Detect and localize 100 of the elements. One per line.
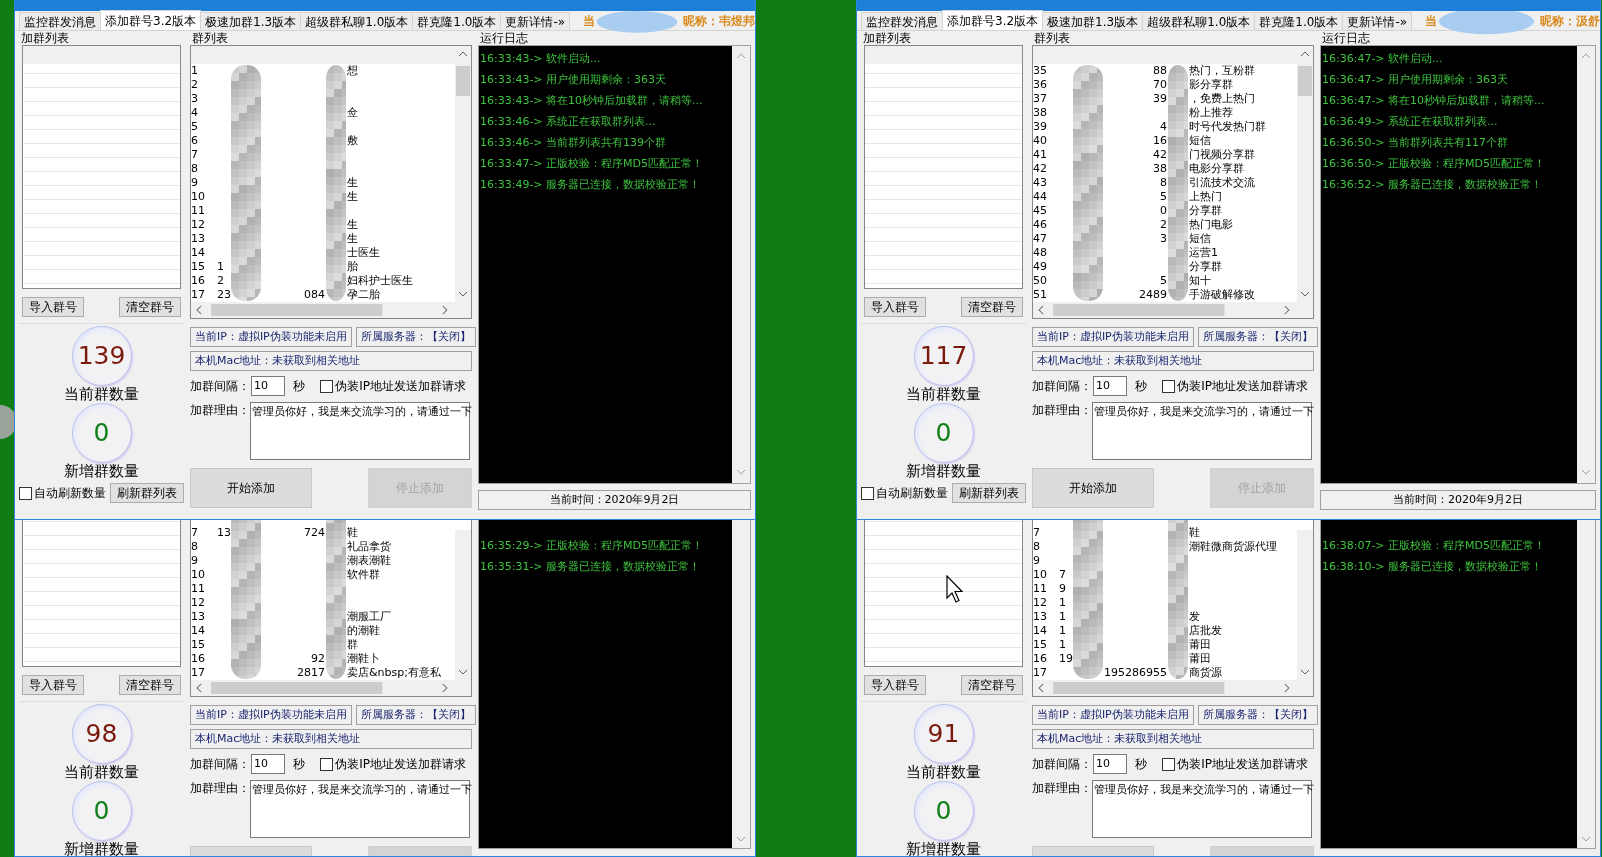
row-number: 49 [1033, 260, 1048, 274]
group-id: 0 [1159, 204, 1167, 218]
log-line: 16:36:50-> 正版校验：程序MD5匹配正常！ [1321, 156, 1547, 172]
row-number: 43 [1033, 176, 1048, 190]
log-line: 16:35:31-> 服务器已连接，数据校验正常！ [479, 559, 702, 575]
checkbox[interactable] [1162, 379, 1176, 393]
tab[interactable]: 更新详情-» [500, 12, 571, 30]
server-status: 所属服务器：【关闭】 [1197, 327, 1318, 347]
group-name: 发 [1189, 610, 1201, 624]
mac-status: 本机Mac地址：未获取到相关地址 [190, 729, 472, 749]
log-line: 16:36:47-> 用户使用期剩余：363天 [1321, 72, 1510, 88]
group-name: 软件群 [347, 568, 381, 582]
checkbox[interactable] [1162, 757, 1176, 771]
reason-field[interactable]: 管理员你好，我是来交流学习的，请通过一下 [250, 780, 470, 838]
checkbox[interactable] [861, 486, 874, 500]
clear-button[interactable]: 清空群号 [119, 675, 181, 695]
log-line: 16:38:10-> 服务器已连接，数据校验正常！ [1321, 559, 1544, 575]
mac-status: 本机Mac地址：未获取到相关地址 [1032, 351, 1314, 371]
tab[interactable]: 添加群号3.2版本 [942, 10, 1044, 30]
checkbox[interactable] [320, 379, 334, 393]
group-name: 的潮鞋 [347, 624, 381, 638]
import-button[interactable]: 导入群号 [22, 675, 84, 695]
interval-field[interactable]: 10 [1093, 754, 1127, 774]
start-button[interactable]: 开始添加 [190, 468, 312, 508]
field-label: 加群间隔： [190, 377, 250, 395]
reason-field[interactable]: 管理员你好，我是来交流学习的，请通过一下 [1092, 402, 1312, 460]
interval-field[interactable]: 10 [251, 376, 285, 396]
row-number: 35 [1033, 64, 1048, 78]
start-button[interactable]: 开始添加 [1032, 468, 1154, 508]
header-text: 当 [583, 13, 596, 30]
row-number: 2 [191, 78, 199, 92]
import-button[interactable]: 导入群号 [864, 675, 926, 695]
group-id: 2 [1159, 218, 1167, 232]
row-number: 47 [1033, 232, 1048, 246]
reason-field[interactable]: 管理员你好，我是来交流学习的，请通过一下 [1092, 780, 1312, 838]
group-id: 19 [1059, 652, 1073, 666]
clear-button[interactable]: 清空群号 [961, 297, 1023, 317]
row-number: 46 [1033, 218, 1048, 232]
tab[interactable]: 更新详情-» [1342, 12, 1413, 30]
tab[interactable]: 监控群发消息 [861, 12, 943, 30]
checkbox-label: 自动刷新数量 [34, 484, 106, 502]
import-button[interactable]: 导入群号 [864, 297, 926, 317]
reason-field[interactable]: 管理员你好，我是来交流学习的，请通过一下 [250, 402, 470, 460]
interval-field[interactable]: 10 [251, 754, 285, 774]
row-number: 11 [191, 204, 206, 218]
group-name: 孕二胎 [347, 288, 381, 302]
mac-status: 本机Mac地址：未获取到相关地址 [1032, 729, 1314, 749]
scroll-down-icon [1581, 836, 1591, 842]
group-id: 23 [217, 288, 231, 302]
group-name: 知十 [1189, 274, 1212, 288]
tab[interactable]: 超级群私聊1.0版本 [1142, 12, 1256, 30]
group-id: 3 [1159, 232, 1167, 246]
checkbox[interactable] [320, 757, 334, 771]
group-name: 佥 [347, 106, 359, 120]
clear-button[interactable]: 清空群号 [961, 675, 1023, 695]
group-title: 群列表 [191, 31, 229, 45]
tab[interactable]: 极速加群1.3版本 [1042, 12, 1144, 30]
count-value: 0 [93, 797, 110, 825]
count-value: 0 [935, 419, 952, 447]
server-status: 所属服务器：【关闭】 [355, 705, 476, 725]
row-number: 1 [191, 64, 199, 78]
unit-label: 秒 [293, 755, 305, 773]
tab[interactable]: 群克隆1.0版本 [1254, 12, 1344, 30]
group-name: 卖店&nbsp;有意私 [347, 666, 442, 680]
group-name: 引流技术交流 [1189, 176, 1256, 190]
checkbox-label: 伪装IP地址发送加群请求 [335, 755, 466, 773]
tab[interactable]: 超级群私聊1.0版本 [300, 12, 414, 30]
tab[interactable]: 群克隆1.0版本 [412, 12, 502, 30]
clear-button[interactable]: 清空群号 [119, 297, 181, 317]
row-number: 14 [191, 246, 206, 260]
refresh-button[interactable]: 刷新群列表 [110, 483, 184, 503]
row-number: 50 [1033, 274, 1048, 288]
refresh-button[interactable]: 刷新群列表 [952, 483, 1026, 503]
interval-field[interactable]: 10 [1093, 376, 1127, 396]
group-id: 92 [310, 652, 325, 666]
count-label: 新增群数量 [64, 463, 139, 480]
row-number: 17 [191, 666, 206, 680]
group-id: 5 [1159, 274, 1167, 288]
tab[interactable]: 添加群号3.2版本 [100, 10, 202, 30]
row-number: 36 [1033, 78, 1048, 92]
row-number: 48 [1033, 246, 1048, 260]
log-line: 16:36:47-> 将在10秒钟后加载群，请稍等... [1321, 93, 1546, 109]
field-label: 加群理由： [1032, 780, 1092, 797]
header-text: 当 [1425, 13, 1438, 30]
row-number: 11 [1033, 582, 1048, 596]
log-line: 16:36:47-> 软件启动... [1321, 51, 1444, 67]
log-line: 16:33:46-> 当前群列表共有139个群 [479, 135, 668, 151]
group-id: 7 [1059, 568, 1067, 582]
checkbox[interactable] [19, 486, 32, 500]
group-id: 16 [1152, 134, 1167, 148]
import-button[interactable]: 导入群号 [22, 297, 84, 317]
unit-label: 秒 [1135, 377, 1147, 395]
row-number: 11 [191, 582, 206, 596]
row-number: 39 [1033, 120, 1048, 134]
row-number: 40 [1033, 134, 1048, 148]
group-title: 群列表 [1033, 31, 1071, 45]
tab[interactable]: 极速加群1.3版本 [200, 12, 302, 30]
row-number: 10 [1033, 568, 1048, 582]
tab[interactable]: 监控群发消息 [19, 12, 101, 30]
row-number: 13 [191, 232, 206, 246]
